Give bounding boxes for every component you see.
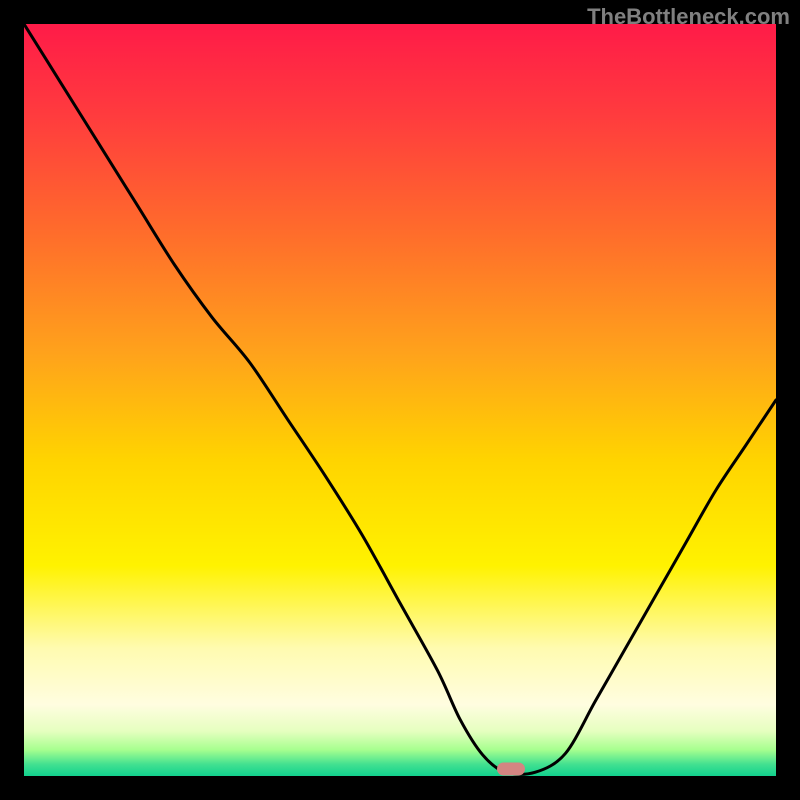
gradient-background [24, 24, 776, 776]
data-marker [497, 763, 525, 776]
watermark-text: TheBottleneck.com [587, 4, 790, 30]
chart-svg [24, 24, 776, 776]
chart-frame: TheBottleneck.com [0, 0, 800, 800]
plot-area [24, 24, 776, 776]
